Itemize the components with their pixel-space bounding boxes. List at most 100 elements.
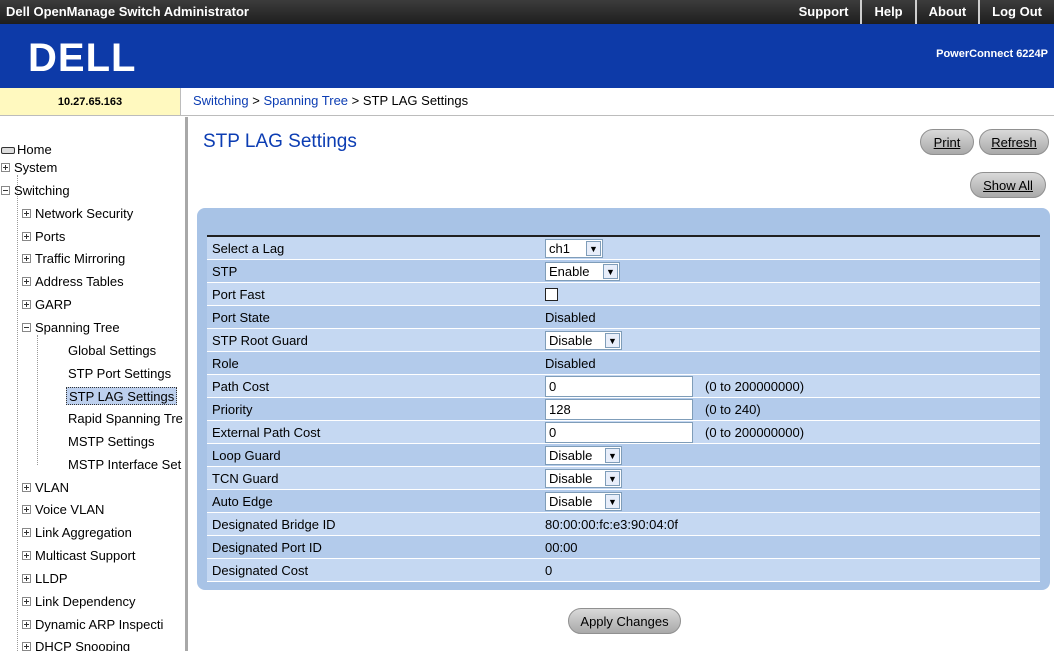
row-designated-port-id: Designated Port ID 00:00 [207,536,1040,559]
sidebar-item-rapid-spanning-tree[interactable]: Rapid Spanning Tre [68,410,183,428]
collapse-icon[interactable] [1,186,10,196]
expand-icon[interactable] [22,254,31,264]
des-bridge-id-label: Designated Bridge ID [212,517,336,532]
root-guard-dropdown[interactable]: Disable ▼ [545,331,622,350]
logout-link[interactable]: Log Out [978,0,1054,24]
chevron-down-icon: ▼ [603,264,618,279]
auto-edge-dropdown[interactable]: Disable ▼ [545,492,622,511]
sidebar-item-stp-lag-settings[interactable]: STP LAG Settings [66,387,178,405]
home-icon [1,147,15,155]
ext-path-cost-input[interactable] [545,422,693,443]
row-designated-bridge-id: Designated Bridge ID 80:00:00:fc:e3:90:0… [207,513,1040,536]
sidebar-item-network-security[interactable]: Network Security [22,205,133,223]
sidebar-item-dynamic-arp-inspection[interactable]: Dynamic ARP Inspecti [22,616,163,634]
sidebar-item-spanning-tree[interactable]: Spanning Tree [22,319,120,337]
sidebar-item-label: MSTP Interface Set [68,457,182,472]
des-port-id-label: Designated Port ID [212,540,322,555]
help-link[interactable]: Help [860,0,914,24]
print-button[interactable]: Print [920,129,974,155]
path-cost-label: Path Cost [212,379,270,394]
sidebar-item-vlan[interactable]: VLAN [22,479,69,497]
expand-icon[interactable] [22,505,31,515]
des-cost-label: Designated Cost [212,563,309,578]
expand-icon[interactable] [22,551,31,561]
chevron-down-icon: ▼ [605,494,620,509]
expand-icon[interactable] [22,300,31,310]
stp-dropdown[interactable]: Enable ▼ [545,262,620,281]
top-links: Support Help About Log Out [787,0,1054,24]
sidebar-item-system[interactable]: System [1,159,57,177]
chevron-down-icon: ▼ [605,333,620,348]
loop-guard-dropdown[interactable]: Disable ▼ [545,446,622,465]
select-lag-dropdown[interactable]: ch1 ▼ [545,239,603,258]
sidebar-item-global-settings[interactable]: Global Settings [68,342,156,360]
sidebar-item-home[interactable]: Home [1,141,52,159]
sidebar-item-label: Dynamic ARP Inspecti [35,617,164,632]
sidebar-item-voice-vlan[interactable]: Voice VLAN [22,501,104,519]
sidebar-item-switching[interactable]: Switching [1,182,70,200]
row-tcn-guard: TCN Guard Disable ▼ [207,467,1040,490]
breadcrumb-separator: > [248,93,264,108]
row-auto-edge: Auto Edge Disable ▼ [207,490,1040,513]
sidebar-item-link-dependency[interactable]: Link Dependency [22,593,135,611]
row-loop-guard: Loop Guard Disable ▼ [207,444,1040,467]
expand-icon[interactable] [22,574,31,584]
tree-line [37,335,38,465]
sidebar-item-link-aggregation[interactable]: Link Aggregation [22,524,132,542]
expand-icon[interactable] [22,277,31,287]
support-link[interactable]: Support [787,0,861,24]
show-all-button[interactable]: Show All [970,172,1046,198]
sidebar-item-stp-port-settings[interactable]: STP Port Settings [68,365,171,383]
sidebar-item-multicast-support[interactable]: Multicast Support [22,547,135,565]
sidebar-nav: Home System Switching Network Security P… [0,117,188,651]
expand-icon[interactable] [22,483,31,493]
priority-label: Priority [212,402,253,417]
page-title: STP LAG Settings [203,131,357,152]
sidebar-item-lldp[interactable]: LLDP [22,570,68,588]
path-cost-input[interactable] [545,376,693,397]
apply-changes-button[interactable]: Apply Changes [568,608,681,634]
port-fast-label: Port Fast [212,287,265,302]
sidebar-item-mstp-interface-settings[interactable]: MSTP Interface Set [68,456,181,474]
expand-icon[interactable] [22,597,31,607]
breadcrumb-spanning-tree[interactable]: Spanning Tree [263,93,348,108]
sidebar-item-ports[interactable]: Ports [22,228,65,246]
sidebar-item-label: Link Dependency [35,594,136,609]
device-ip: 10.27.65.163 [0,88,181,116]
sidebar-item-label: GARP [35,297,72,312]
tree-line [17,175,18,651]
des-cost-value: 0 [545,563,553,578]
expand-icon[interactable] [22,642,31,651]
sidebar-item-garp[interactable]: GARP [22,296,72,314]
tcn-guard-dropdown[interactable]: Disable ▼ [545,469,622,488]
collapse-icon[interactable] [22,323,31,333]
brand-banner: DELL PowerConnect 6224P [0,24,1054,88]
expand-icon[interactable] [22,620,31,630]
about-link[interactable]: About [914,0,979,24]
expand-icon[interactable] [22,232,31,242]
sidebar-item-label: Link Aggregation [35,525,132,540]
sidebar-item-label: LLDP [35,571,68,586]
port-state-value: Disabled [545,310,596,325]
sidebar-item-label: Home [17,142,52,157]
breadcrumb-switching[interactable]: Switching [193,93,249,108]
ext-path-cost-label: External Path Cost [212,425,321,440]
row-priority: Priority (0 to 240) [207,398,1040,421]
row-role: Role Disabled [207,352,1040,375]
sidebar-item-label: Voice VLAN [35,502,105,517]
sidebar-item-dhcp-snooping[interactable]: DHCP Snooping [22,638,130,651]
sidebar-item-label: System [14,160,58,175]
expand-icon[interactable] [22,209,31,219]
role-label: Role [212,356,239,371]
sidebar-item-traffic-mirroring[interactable]: Traffic Mirroring [22,250,125,268]
sidebar-item-address-tables[interactable]: Address Tables [22,273,124,291]
path-cost-range: (0 to 200000000) [705,379,805,394]
breadcrumb-current: STP LAG Settings [362,93,469,108]
top-bar: Dell OpenManage Switch Administrator Sup… [0,0,1054,24]
port-fast-checkbox[interactable] [545,288,558,301]
priority-input[interactable] [545,399,693,420]
sidebar-item-mstp-settings[interactable]: MSTP Settings [68,433,154,451]
refresh-button[interactable]: Refresh [979,129,1049,155]
expand-icon[interactable] [22,528,31,538]
expand-icon[interactable] [1,163,10,173]
